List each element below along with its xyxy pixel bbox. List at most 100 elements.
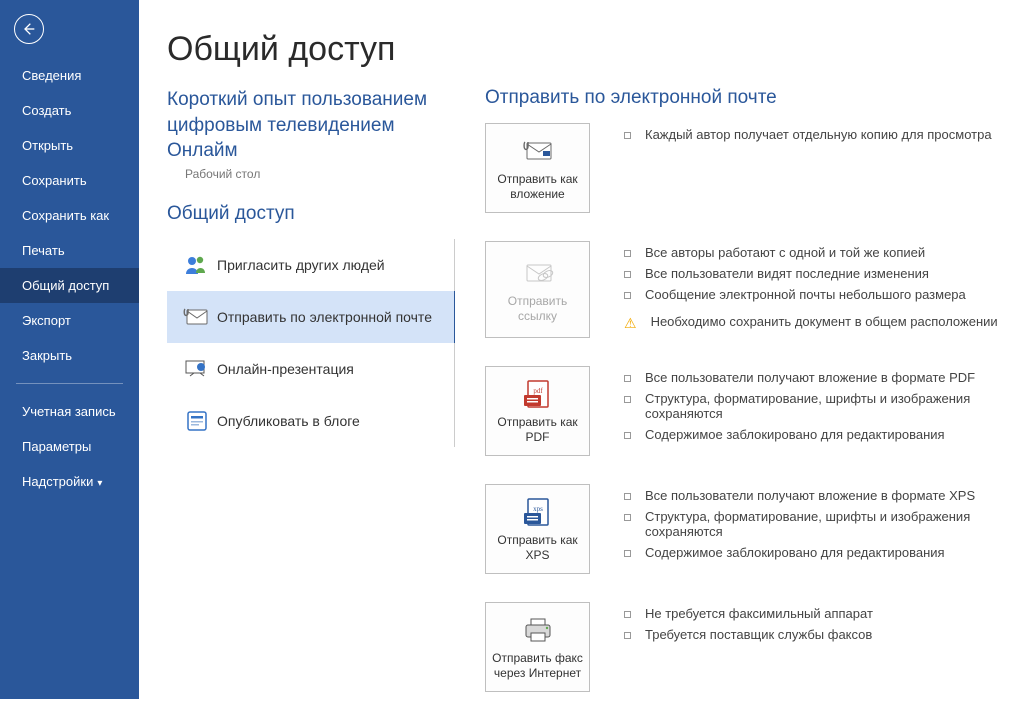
blog-icon <box>177 409 217 433</box>
detail-item: Не требуется факсимильный аппарат <box>624 606 1025 621</box>
share-option-label: Онлайн-презентация <box>217 361 364 377</box>
detail-item: Требуется поставщик службы факсов <box>624 627 1025 642</box>
detail-text: Все авторы работают с одной и той же коп… <box>645 245 925 260</box>
sidebar-label: Экспорт <box>22 313 71 328</box>
sidebar-label: Сведения <box>22 68 81 83</box>
right-column: Отправить по электронной почте Отправить… <box>455 87 1025 720</box>
left-column: Короткий опыт пользованием цифровым теле… <box>167 87 455 720</box>
detail-item: Все пользователи видят последние изменен… <box>624 266 1025 281</box>
send-row-fax: Отправить факс через Интернет Не требует… <box>485 602 1025 692</box>
detail-item: Все авторы работают с одной и той же коп… <box>624 245 1025 260</box>
envelope-attachment-icon <box>177 307 217 327</box>
sidebar-label: Общий доступ <box>22 278 109 293</box>
svg-text:pdf: pdf <box>533 387 543 395</box>
share-option-blog[interactable]: Опубликовать в блоге <box>167 395 455 447</box>
bullet-icon <box>624 396 631 403</box>
detail-warning: ⚠ Необходимо сохранить документ в общем р… <box>624 314 1025 332</box>
share-option-label: Опубликовать в блоге <box>217 413 370 429</box>
detail-text: Все пользователи получают вложение в фор… <box>645 370 975 385</box>
sidebar-item-open[interactable]: Открыть <box>0 128 139 163</box>
sidebar-item-save[interactable]: Сохранить <box>0 163 139 198</box>
printer-icon <box>523 613 553 647</box>
bullet-icon <box>624 432 631 439</box>
detail-text: Структура, форматирование, шрифты и изоб… <box>645 391 1025 421</box>
detail-list: Все авторы работают с одной и той же коп… <box>590 241 1025 338</box>
arrow-left-icon <box>21 21 37 37</box>
detail-item: Все пользователи получают вложение в фор… <box>624 370 1025 385</box>
sidebar-item-print[interactable]: Печать <box>0 233 139 268</box>
bullet-icon <box>624 271 631 278</box>
send-xps-button[interactable]: xps Отправить как XPS <box>485 484 590 574</box>
send-row-attachment: Отправить как вложение Каждый автор полу… <box>485 123 1025 213</box>
detail-item: Все пользователи получают вложение в фор… <box>624 488 1025 503</box>
sidebar-item-close[interactable]: Закрыть <box>0 338 139 373</box>
detail-item: Содержимое заблокировано для редактирова… <box>624 545 1025 560</box>
send-button-label: Отправить как XPS <box>492 533 583 563</box>
main-panel: Общий доступ Короткий опыт пользованием … <box>139 0 1025 699</box>
bullet-icon <box>624 375 631 382</box>
xps-file-icon: xps <box>524 495 552 529</box>
share-option-invite[interactable]: Пригласить других людей <box>167 239 455 291</box>
people-icon <box>177 254 217 276</box>
detail-list: Не требуется факсимильный аппарат Требуе… <box>590 602 1025 692</box>
detail-item: Структура, форматирование, шрифты и изоб… <box>624 391 1025 421</box>
send-button-label: Отправить как вложение <box>492 172 583 202</box>
detail-text: Содержимое заблокировано для редактирова… <box>645 427 945 442</box>
sidebar-item-share[interactable]: Общий доступ <box>0 268 139 303</box>
detail-list: Все пользователи получают вложение в фор… <box>590 484 1025 574</box>
detail-text: Каждый автор получает отдельную копию дл… <box>645 127 992 142</box>
sidebar-item-options[interactable]: Параметры <box>0 429 139 464</box>
detail-text: Необходимо сохранить документ в общем ра… <box>651 314 998 329</box>
send-button-label: Отправить факс через Интернет <box>492 651 583 681</box>
detail-text: Все пользователи получают вложение в фор… <box>645 488 975 503</box>
send-pdf-button[interactable]: pdf Отправить как PDF <box>485 366 590 456</box>
sidebar-label: Печать <box>22 243 65 258</box>
sidebar-label: Сохранить как <box>22 208 109 223</box>
bullet-icon <box>624 292 631 299</box>
back-button[interactable] <box>14 14 44 44</box>
sidebar-item-new[interactable]: Создать <box>0 93 139 128</box>
sidebar-label: Учетная запись <box>22 404 116 419</box>
document-title: Короткий опыт пользованием цифровым теле… <box>167 87 455 164</box>
sidebar-item-saveas[interactable]: Сохранить как <box>0 198 139 233</box>
share-option-present[interactable]: Онлайн-презентация <box>167 343 455 395</box>
sidebar-label: Надстройки <box>22 474 93 489</box>
sidebar-item-addins[interactable]: Надстройки <box>0 464 139 499</box>
send-row-xps: xps Отправить как XPS Все пользователи п… <box>485 484 1025 574</box>
send-attachment-button[interactable]: Отправить как вложение <box>485 123 590 213</box>
bullet-icon <box>624 550 631 557</box>
detail-text: Структура, форматирование, шрифты и изоб… <box>645 509 1025 539</box>
projector-icon <box>177 358 217 380</box>
bullet-icon <box>624 632 631 639</box>
send-link-button: Отправить ссылку <box>485 241 590 338</box>
send-button-label: Отправить ссылку <box>492 294 583 324</box>
sidebar-item-account[interactable]: Учетная запись <box>0 394 139 429</box>
sidebar-label: Создать <box>22 103 71 118</box>
detail-list: Все пользователи получают вложение в фор… <box>590 366 1025 456</box>
detail-text: Все пользователи видят последние изменен… <box>645 266 929 281</box>
sidebar-label: Открыть <box>22 138 73 153</box>
page-title: Общий доступ <box>167 30 1025 69</box>
sidebar-separator <box>16 383 123 384</box>
detail-text: Не требуется факсимильный аппарат <box>645 606 873 621</box>
bullet-icon <box>624 514 631 521</box>
email-section-heading: Отправить по электронной почте <box>485 87 1025 109</box>
sidebar-label: Закрыть <box>22 348 72 363</box>
share-option-email[interactable]: Отправить по электронной почте <box>167 291 455 343</box>
bullet-icon <box>624 611 631 618</box>
warning-icon: ⚠ <box>624 315 637 332</box>
send-row-link: Отправить ссылку Все авторы работают с о… <box>485 241 1025 338</box>
bullet-icon <box>624 132 631 139</box>
send-button-label: Отправить как PDF <box>492 415 583 445</box>
sidebar-item-info[interactable]: Сведения <box>0 58 139 93</box>
pdf-file-icon: pdf <box>524 377 552 411</box>
share-section-heading: Общий доступ <box>167 203 455 225</box>
envelope-attachment-icon <box>521 134 555 168</box>
sidebar-label: Параметры <box>22 439 91 454</box>
share-option-label: Пригласить других людей <box>217 257 395 273</box>
bullet-icon <box>624 250 631 257</box>
detail-text: Требуется поставщик службы факсов <box>645 627 872 642</box>
sidebar-item-export[interactable]: Экспорт <box>0 303 139 338</box>
envelope-link-icon <box>521 256 555 290</box>
send-fax-button[interactable]: Отправить факс через Интернет <box>485 602 590 692</box>
